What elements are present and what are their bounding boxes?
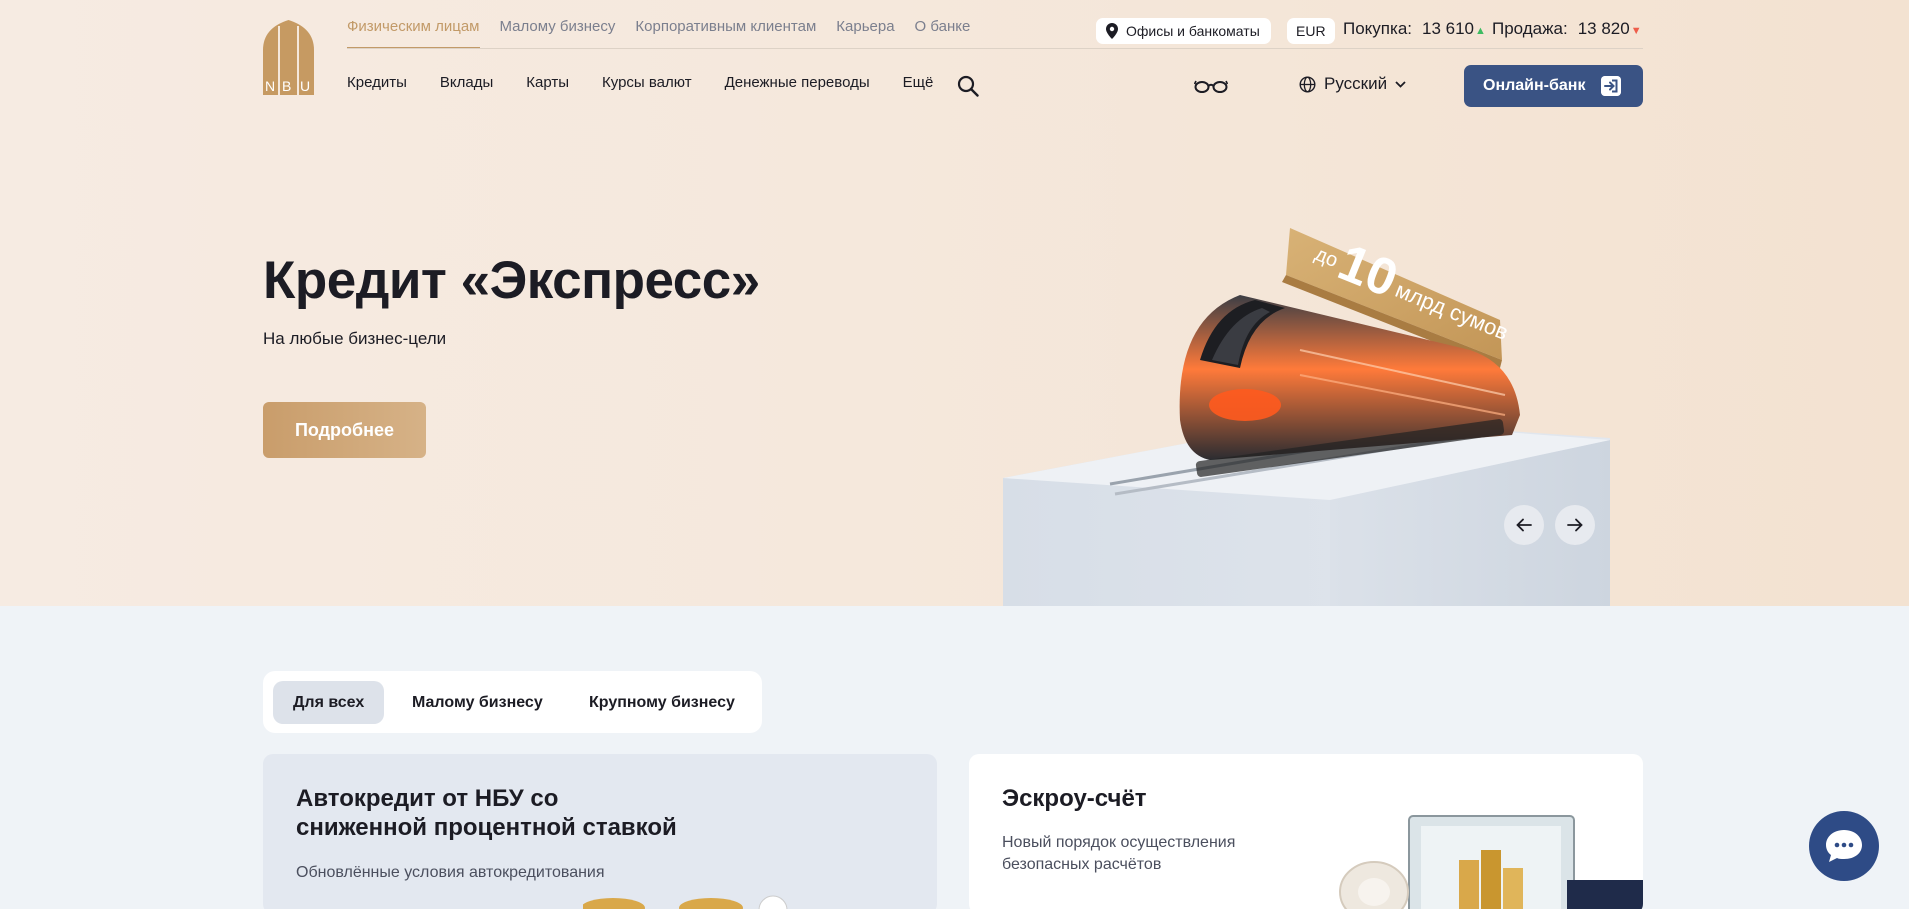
- audience-tabs: Для всех Малому бизнесу Крупному бизнесу: [263, 671, 762, 733]
- trend-down-icon: ▼: [1630, 25, 1642, 37]
- topnav-individuals[interactable]: Физическим лицам: [347, 18, 480, 49]
- main-navigation: Кредиты Вклады Карты Курсы валют Денежны…: [347, 74, 966, 91]
- slider-prev-button[interactable]: [1504, 505, 1544, 545]
- top-navigation: Физическим лицам Малому бизнесу Корпорат…: [347, 18, 971, 49]
- hero-title: Кредит «Экспресс»: [263, 251, 760, 310]
- card-description-line: Новый порядок осуществления: [1002, 834, 1236, 851]
- buy-value: 13 610: [1422, 19, 1474, 38]
- sell-value: 13 820: [1577, 19, 1630, 38]
- chevron-down-icon: [1395, 80, 1406, 88]
- buy-label: Покупка:: [1343, 19, 1412, 38]
- offices-label: Офисы и банкоматы: [1126, 23, 1260, 39]
- location-pin-icon: [1106, 23, 1118, 39]
- chat-icon: [1826, 830, 1862, 862]
- language-label: Русский: [1324, 74, 1388, 93]
- card-description: Новый порядок осуществления безопасных р…: [1002, 832, 1235, 876]
- card-title: Эскроу-счёт: [1002, 785, 1147, 812]
- buy-rate: Покупка: 13 610▲: [1343, 19, 1486, 39]
- train-illustration: до 10 млрд сумов: [1003, 228, 1610, 606]
- escrow-account-card[interactable]: Эскроу-счёт Новый порядок осуществления …: [969, 754, 1643, 909]
- nav-exchange-rates[interactable]: Курсы валют: [602, 74, 692, 91]
- currency-selector[interactable]: EUR: [1287, 18, 1335, 44]
- svg-text:N: N: [265, 78, 275, 94]
- nav-credits[interactable]: Кредиты: [347, 74, 407, 91]
- tab-large-business[interactable]: Крупному бизнесу: [569, 681, 755, 724]
- nav-deposits[interactable]: Вклады: [440, 74, 493, 91]
- slider-next-button[interactable]: [1555, 505, 1595, 545]
- topnav-about[interactable]: О банке: [915, 18, 971, 35]
- hero-section: N B U Физическим лицам Малому бизнесу Ко…: [0, 0, 1909, 606]
- nav-cards[interactable]: Карты: [526, 74, 569, 91]
- arrow-right-icon: [1567, 518, 1583, 532]
- safe-with-gold-illustration: [1339, 815, 1643, 909]
- nav-divider: [347, 48, 1643, 49]
- topnav-corporate[interactable]: Корпоративным клиентам: [635, 18, 816, 35]
- card-description: Обновлённые условия автокредитования: [296, 864, 605, 881]
- topnav-career[interactable]: Карьера: [836, 18, 894, 35]
- accessibility-glasses-icon[interactable]: [1194, 78, 1228, 94]
- card-title-line: Автокредит от НБУ со: [296, 785, 559, 812]
- trend-up-icon: ▲: [1475, 25, 1486, 37]
- card-title-line: сниженной процентной ставкой: [296, 814, 677, 841]
- tab-for-everyone[interactable]: Для всех: [273, 681, 385, 724]
- card-title: Автокредит от НБУ со сниженной процентно…: [296, 784, 677, 842]
- arrow-left-icon: [1516, 518, 1532, 532]
- card-description-line: безопасных расчётов: [1002, 856, 1162, 873]
- sell-rate: Продажа: 13 820▼: [1492, 19, 1642, 39]
- globe-icon: [1299, 75, 1316, 93]
- currency-code: EUR: [1296, 23, 1326, 39]
- search-icon[interactable]: [957, 75, 979, 97]
- online-bank-button[interactable]: Онлайн-банк: [1464, 65, 1643, 107]
- car-loan-card[interactable]: Автокредит от НБУ со сниженной процентно…: [263, 754, 937, 909]
- language-selector[interactable]: Русский: [1299, 74, 1406, 94]
- svg-text:U: U: [300, 78, 310, 94]
- nav-transfers[interactable]: Денежные переводы: [725, 74, 870, 91]
- nbu-logo[interactable]: N B U: [263, 20, 314, 95]
- coins-illustration: [583, 895, 788, 909]
- login-icon: [1601, 76, 1621, 96]
- sell-label: Продажа:: [1492, 19, 1568, 38]
- hero-subtitle: На любые бизнес-цели: [263, 329, 447, 348]
- nav-more[interactable]: Ещё: [903, 74, 934, 91]
- offices-atms-button[interactable]: Офисы и банкоматы: [1096, 18, 1271, 44]
- chat-support-button[interactable]: [1809, 811, 1879, 881]
- tab-small-business[interactable]: Малому бизнесу: [392, 681, 563, 724]
- topnav-small-business[interactable]: Малому бизнесу: [500, 18, 616, 35]
- online-bank-label: Онлайн-банк: [1483, 77, 1586, 94]
- svg-text:B: B: [282, 78, 291, 94]
- more-details-button[interactable]: Подробнее: [263, 402, 426, 458]
